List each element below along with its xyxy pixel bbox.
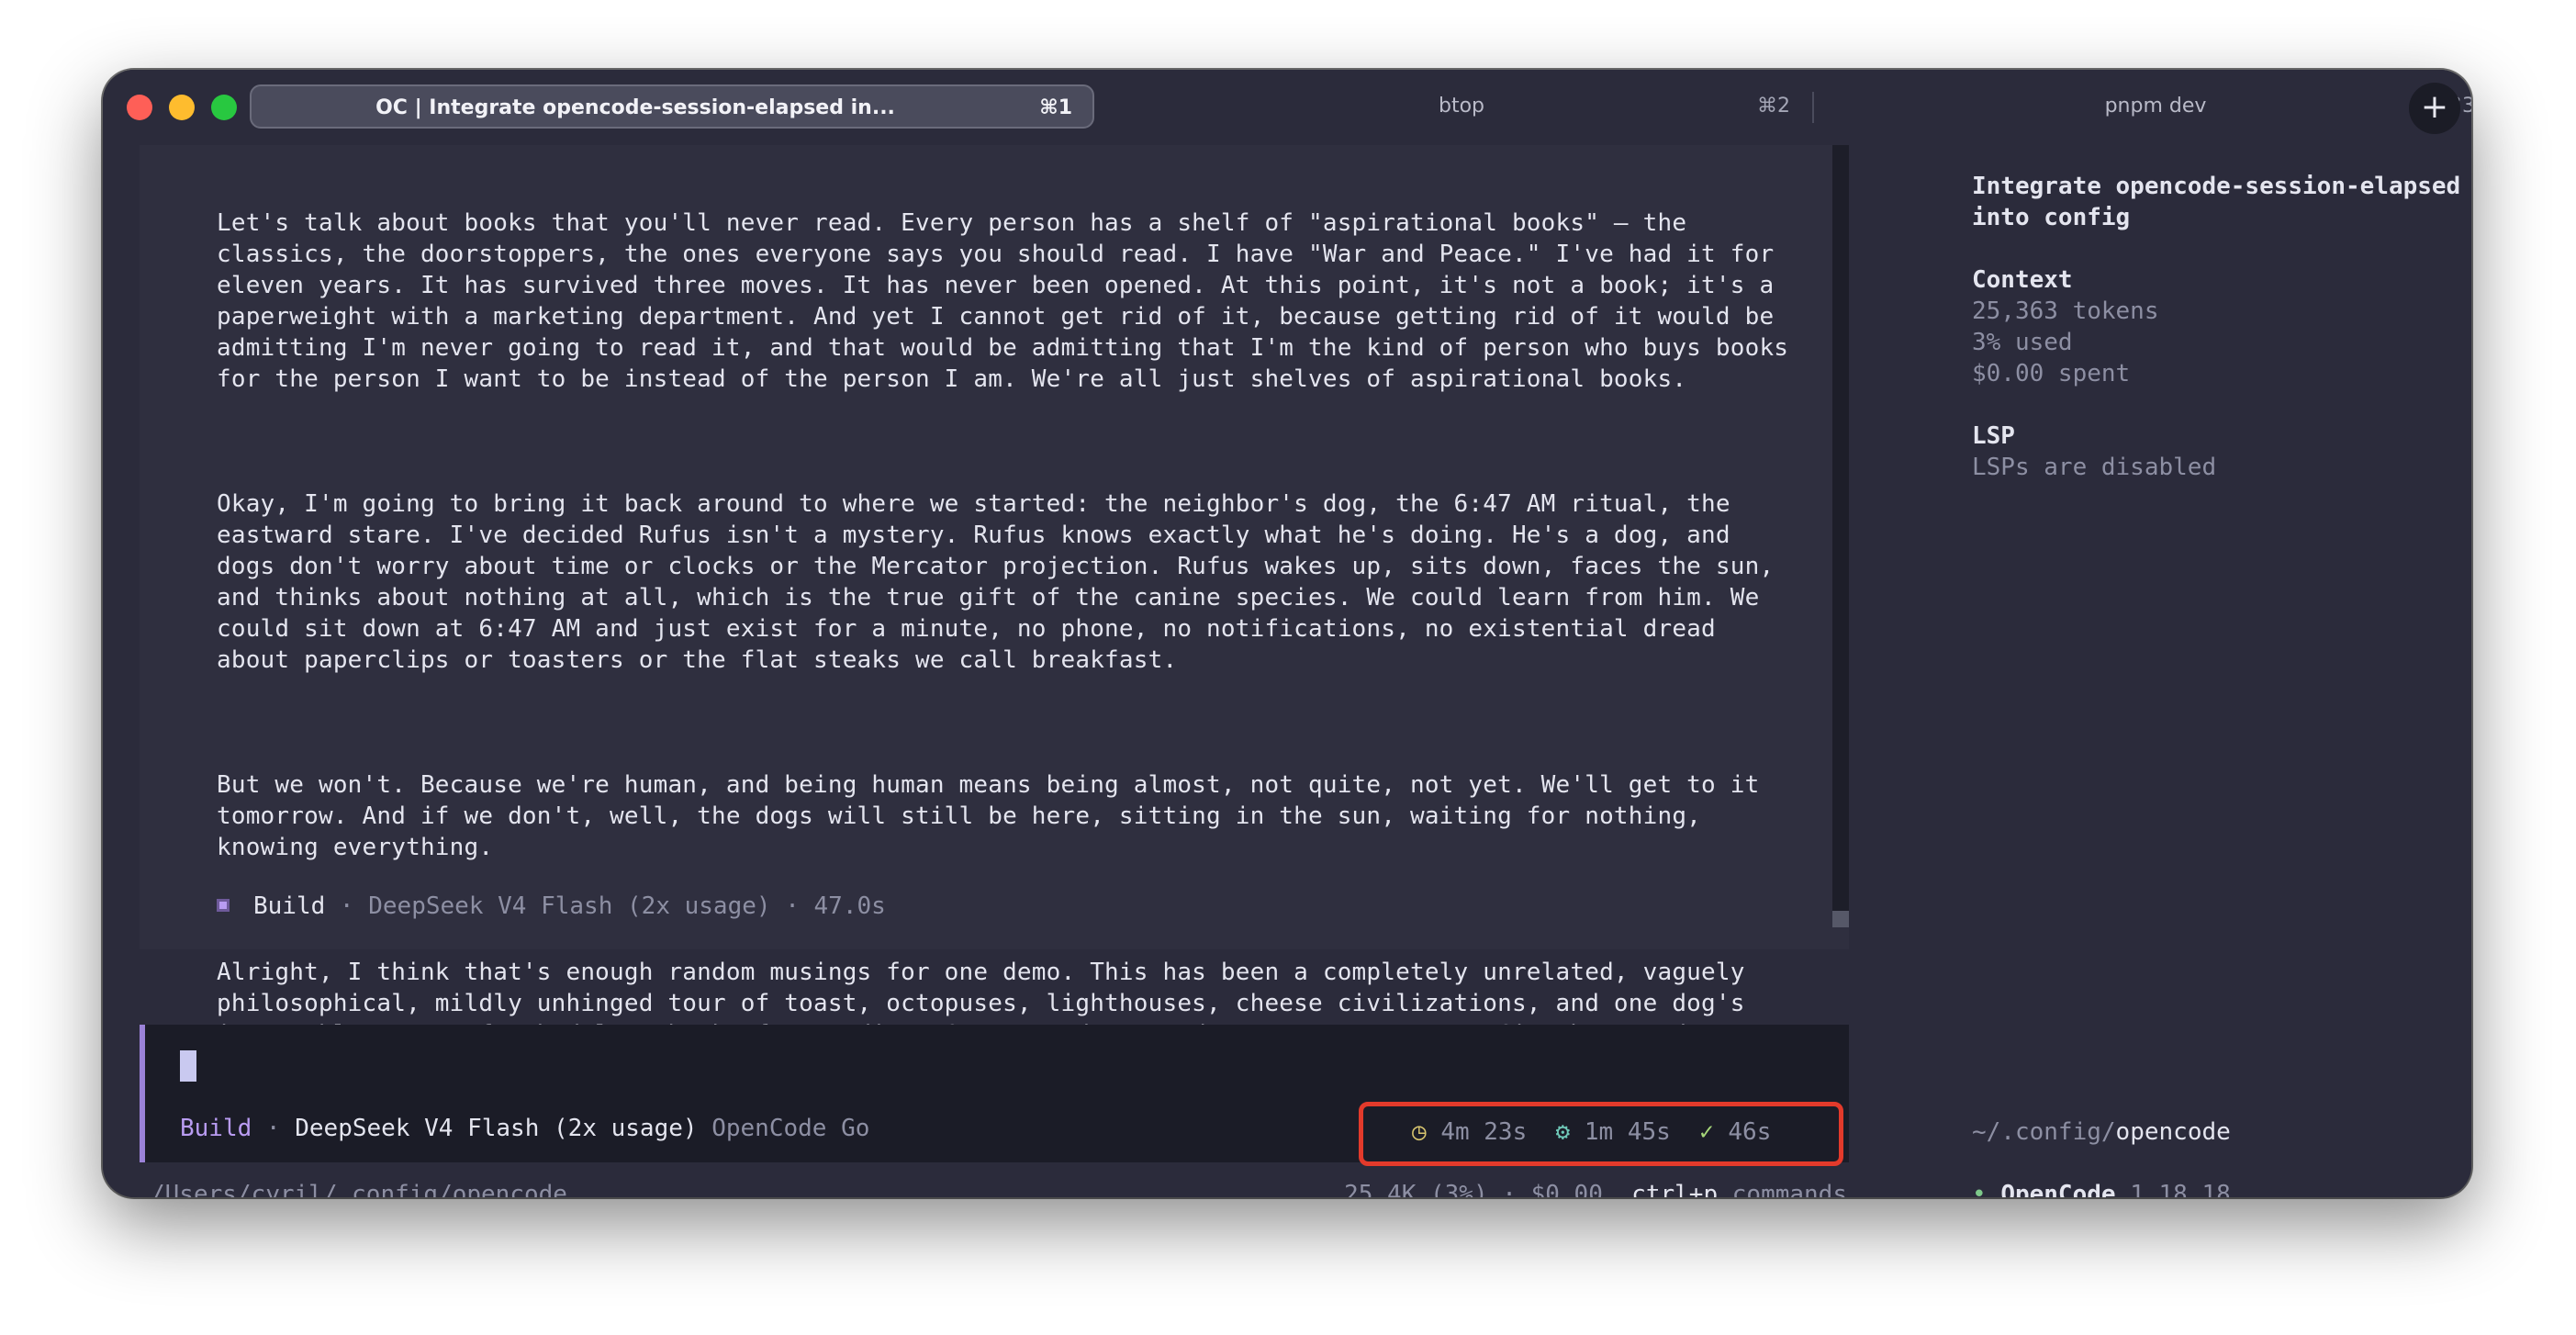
sidebar-cwd: ~/.config/opencode xyxy=(1972,1116,2231,1148)
lsp-heading: LSP xyxy=(1972,422,2015,450)
prompt-agent-info: Build · DeepSeek V4 Flash (2x usage) Ope… xyxy=(180,1113,869,1144)
tab-title: OC | Integrate opencode-session-elapsed … xyxy=(375,96,895,119)
tab-opencode[interactable]: OC | Integrate opencode-session-elapsed … xyxy=(250,84,1094,129)
agent-name: Build xyxy=(253,892,326,920)
version-number: 1.18.18 xyxy=(2130,1181,2231,1197)
app-name: OpenCode xyxy=(2000,1181,2116,1197)
separator: · xyxy=(252,1115,296,1142)
gear-icon: ⚙ xyxy=(1555,1118,1571,1146)
clock-icon: ◷ xyxy=(1412,1118,1427,1146)
context-tokens: 25,363 tokens xyxy=(1972,297,2159,325)
tab-title: pnpm dev xyxy=(2104,95,2207,118)
working-directory: /Users/cyril/.config/opencode xyxy=(151,1181,567,1197)
terminal-window: OC | Integrate opencode-session-elapsed … xyxy=(103,70,2471,1197)
close-window-button[interactable] xyxy=(127,95,152,120)
session-sidebar: Integrate opencode-session-elapsed into … xyxy=(1867,145,2460,1197)
transcript-scrollbar[interactable] xyxy=(1832,145,1849,927)
message-paragraph: Okay, I'm going to bring it back around … xyxy=(217,490,1775,674)
transcript-pane[interactable]: Let's talk about books that you'll never… xyxy=(140,145,1849,1111)
working-elapsed: 1m 45s xyxy=(1584,1118,1671,1146)
lsp-section: LSP LSPs are disabled xyxy=(1972,421,2471,483)
new-tab-button[interactable]: + xyxy=(2409,83,2460,134)
scrollbar-thumb[interactable] xyxy=(1832,911,1849,927)
lsp-status: LSPs are disabled xyxy=(1972,454,2217,481)
session-title: Integrate opencode-session-elapsed into … xyxy=(1972,173,2461,231)
cwd-dir: opencode xyxy=(2115,1118,2231,1146)
message-footer: Build · DeepSeek V4 Flash (2x usage) · 4… xyxy=(217,891,886,922)
message-paragraph: Let's talk about books that you'll never… xyxy=(217,209,1789,393)
status-dot-icon: • xyxy=(1972,1181,1987,1197)
context-heading: Context xyxy=(1972,266,2073,294)
zoom-window-button[interactable] xyxy=(211,95,237,120)
tab-shortcut: ⌘1 xyxy=(1039,96,1072,119)
terminal-content: Let's talk about books that you'll never… xyxy=(103,145,2471,1197)
tab-bar: OC | Integrate opencode-session-elapsed … xyxy=(103,70,2471,145)
tab-shortcut: ⌘2 xyxy=(1757,95,1790,118)
total-elapsed: 4m 23s xyxy=(1440,1118,1528,1146)
context-used: 3% used xyxy=(1972,329,2073,356)
last-elapsed: 46s xyxy=(1728,1118,1772,1146)
agent-mode[interactable]: Build xyxy=(180,1115,252,1142)
separator: · xyxy=(325,892,369,920)
agent-square-icon xyxy=(217,899,230,912)
response-duration: 47.0s xyxy=(813,892,886,920)
model-name[interactable]: DeepSeek V4 Flash (2x usage) xyxy=(295,1115,697,1142)
token-usage: 25.4K (3%) xyxy=(1344,1181,1488,1197)
message-paragraph: But we won't. Because we're human, and b… xyxy=(217,771,1760,861)
context-spent: $0.00 spent xyxy=(1972,360,2131,387)
commands-label[interactable]: commands xyxy=(1732,1181,1847,1197)
context-section: Context 25,363 tokens 3% used $0.00 spen… xyxy=(1972,264,2471,389)
separator: · xyxy=(770,892,814,920)
app-version: • OpenCode 1.18.18 xyxy=(1972,1179,2231,1197)
status-summary: 25.4K (3%) · $0.00 ctrl+p commands xyxy=(1296,1179,1847,1197)
commands-shortcut[interactable]: ctrl+p xyxy=(1631,1181,1718,1197)
tab-title: btop xyxy=(1438,95,1484,118)
model-name: DeepSeek V4 Flash (2x usage) xyxy=(368,892,771,920)
tab-btop[interactable]: btop ⌘2 xyxy=(1113,84,1810,129)
provider-name: OpenCode Go xyxy=(711,1115,870,1142)
tab-divider xyxy=(1812,92,1814,123)
session-cost: $0.00 xyxy=(1530,1181,1603,1197)
tab-pnpm-dev[interactable]: pnpm dev ⌘3 xyxy=(1816,84,2471,129)
cwd-prefix: ~/.config/ xyxy=(1972,1118,2116,1146)
check-icon: ✓ xyxy=(1699,1118,1714,1146)
minimize-window-button[interactable] xyxy=(169,95,195,120)
text-cursor xyxy=(180,1050,196,1082)
separator: · xyxy=(1487,1181,1531,1197)
session-timers: ◷ 4m 23s ⚙ 1m 45s ✓ 46s xyxy=(1412,1116,1771,1148)
